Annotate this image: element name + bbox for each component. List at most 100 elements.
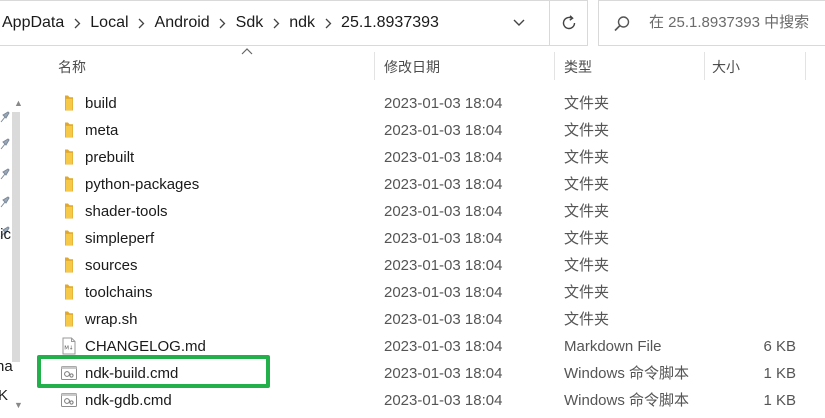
pin-icon[interactable] bbox=[0, 111, 10, 123]
file-name: wrap.sh bbox=[85, 311, 138, 328]
file-modified-date: 2023-01-03 18:04 bbox=[384, 122, 503, 139]
file-type: Windows 命令脚本 bbox=[564, 392, 690, 409]
nav-item-label[interactable]: na bbox=[0, 358, 13, 375]
breadcrumb-item[interactable]: Android bbox=[153, 14, 212, 32]
folder-icon bbox=[60, 121, 78, 139]
address-bar[interactable]: AppData Local Android Sdk ndk 25.1.8937393 bbox=[0, 0, 588, 46]
file-type: Markdown File bbox=[564, 338, 662, 355]
column-headers: 名称 修改日期 类型 大小 bbox=[34, 46, 825, 88]
file-name: CHANGELOG.md bbox=[85, 338, 206, 355]
file-modified-date: 2023-01-03 18:04 bbox=[384, 176, 503, 193]
file-type: Windows 命令脚本 bbox=[564, 365, 690, 382]
cmd-script-icon bbox=[60, 364, 78, 382]
chevron-down-icon[interactable] bbox=[504, 1, 534, 45]
folder-row[interactable]: sources 2023-01-03 18:04 文件夹 bbox=[34, 252, 825, 279]
nav-scrollbar-thumb[interactable] bbox=[12, 112, 20, 362]
refresh-button[interactable] bbox=[549, 1, 588, 45]
file-name: meta bbox=[85, 122, 119, 139]
chevron-right-icon[interactable] bbox=[131, 18, 153, 29]
folder-icon bbox=[60, 229, 78, 247]
file-modified-date: 2023-01-03 18:04 bbox=[384, 392, 503, 409]
file-row[interactable]: ndk-gdb.cmd 2023-01-03 18:04 Windows 命令脚本 1… bbox=[34, 387, 825, 414]
file-name: prebuilt bbox=[85, 149, 135, 166]
file-type: 文件夹 bbox=[564, 95, 610, 112]
scroll-up-arrow-icon[interactable]: ▲ bbox=[14, 98, 23, 108]
file-row[interactable]: ndk-build.cmd 2023-01-03 18:04 Windows 命令脚… bbox=[34, 360, 825, 387]
chevron-right-icon[interactable] bbox=[212, 18, 234, 29]
file-modified-date: 2023-01-03 18:04 bbox=[384, 311, 503, 328]
file-name: build bbox=[85, 95, 117, 112]
file-type: 文件夹 bbox=[564, 230, 610, 247]
breadcrumb: AppData Local Android Sdk ndk 25.1.8937393 bbox=[0, 1, 441, 45]
folder-row[interactable]: shader-tools 2023-01-03 18:04 文件夹 bbox=[34, 198, 825, 225]
column-header-size[interactable]: 大小 bbox=[712, 46, 740, 88]
search-box[interactable]: 在 25.1.8937393 中搜索 bbox=[598, 0, 825, 46]
breadcrumb-item[interactable]: 25.1.8937393 bbox=[339, 14, 441, 32]
file-modified-date: 2023-01-03 18:04 bbox=[384, 338, 503, 355]
breadcrumb-item[interactable]: Sdk bbox=[234, 14, 266, 32]
folder-row[interactable]: wrap.sh 2023-01-03 18:04 文件夹 bbox=[34, 306, 825, 333]
column-divider[interactable] bbox=[805, 52, 806, 80]
file-type: 文件夹 bbox=[564, 203, 610, 220]
folder-icon bbox=[60, 94, 78, 112]
file-type: 文件夹 bbox=[564, 311, 610, 328]
scroll-down-arrow-icon[interactable]: ▼ bbox=[14, 400, 23, 410]
file-size: 1 KB bbox=[763, 365, 796, 382]
refresh-icon bbox=[562, 15, 576, 30]
sort-ascending-icon bbox=[241, 48, 253, 55]
nav-item-label[interactable]: K bbox=[0, 387, 8, 404]
file-row[interactable]: M↓ CHANGELOG.md 2023-01-03 18:04 Markdown F… bbox=[34, 333, 825, 360]
folder-icon bbox=[60, 256, 78, 274]
file-name: sources bbox=[85, 257, 138, 274]
column-header-date[interactable]: 修改日期 bbox=[384, 46, 440, 88]
file-modified-date: 2023-01-03 18:04 bbox=[384, 284, 503, 301]
search-input[interactable]: 在 25.1.8937393 中搜索 bbox=[649, 1, 809, 45]
pin-icon[interactable] bbox=[0, 168, 10, 180]
file-type: 文件夹 bbox=[564, 176, 610, 193]
folder-icon bbox=[60, 283, 78, 301]
navigation-pane[interactable]: ▲ ▼ tic na K bbox=[0, 46, 34, 413]
file-modified-date: 2023-01-03 18:04 bbox=[384, 365, 503, 382]
pin-icon[interactable] bbox=[0, 196, 10, 208]
pin-icon[interactable] bbox=[0, 138, 10, 150]
column-header-type[interactable]: 类型 bbox=[564, 46, 592, 88]
chevron-right-icon[interactable] bbox=[66, 18, 88, 29]
file-type: 文件夹 bbox=[564, 122, 610, 139]
folder-icon bbox=[60, 148, 78, 166]
file-modified-date: 2023-01-03 18:04 bbox=[384, 230, 503, 247]
folder-row[interactable]: build 2023-01-03 18:04 文件夹 bbox=[34, 90, 825, 117]
column-header-name[interactable]: 名称 bbox=[58, 46, 86, 88]
file-modified-date: 2023-01-03 18:04 bbox=[384, 149, 503, 166]
column-divider[interactable] bbox=[554, 52, 555, 80]
file-name: python-packages bbox=[85, 176, 200, 193]
column-divider[interactable] bbox=[704, 52, 705, 80]
file-type: 文件夹 bbox=[564, 149, 610, 166]
file-size: 1 KB bbox=[763, 392, 796, 409]
svg-text:M↓: M↓ bbox=[64, 345, 73, 352]
breadcrumb-item[interactable]: Local bbox=[88, 14, 130, 32]
breadcrumb-item[interactable]: ndk bbox=[287, 14, 317, 32]
folder-icon bbox=[60, 310, 78, 328]
chevron-right-icon[interactable] bbox=[265, 18, 287, 29]
cmd-script-icon bbox=[60, 391, 78, 409]
folder-row[interactable]: python-packages 2023-01-03 18:04 文件夹 bbox=[34, 171, 825, 198]
file-name: toolchains bbox=[85, 284, 153, 301]
breadcrumb-item[interactable]: AppData bbox=[0, 14, 66, 32]
file-size: 6 KB bbox=[763, 338, 796, 355]
file-name: simpleperf bbox=[85, 230, 155, 247]
folder-row[interactable]: toolchains 2023-01-03 18:04 文件夹 bbox=[34, 279, 825, 306]
search-icon bbox=[614, 16, 630, 32]
file-modified-date: 2023-01-03 18:04 bbox=[384, 257, 503, 274]
folder-row[interactable]: prebuilt 2023-01-03 18:04 文件夹 bbox=[34, 144, 825, 171]
folder-icon bbox=[60, 175, 78, 193]
column-divider[interactable] bbox=[374, 52, 375, 80]
file-modified-date: 2023-01-03 18:04 bbox=[384, 95, 503, 112]
chevron-right-icon[interactable] bbox=[317, 18, 339, 29]
file-type: 文件夹 bbox=[564, 284, 610, 301]
folder-row[interactable]: simpleperf 2023-01-03 18:04 文件夹 bbox=[34, 225, 825, 252]
file-modified-date: 2023-01-03 18:04 bbox=[384, 203, 503, 220]
folder-icon bbox=[60, 202, 78, 220]
nav-item-label[interactable]: tic bbox=[0, 226, 11, 243]
folder-row[interactable]: meta 2023-01-03 18:04 文件夹 bbox=[34, 117, 825, 144]
file-name: ndk-build.cmd bbox=[85, 365, 179, 382]
